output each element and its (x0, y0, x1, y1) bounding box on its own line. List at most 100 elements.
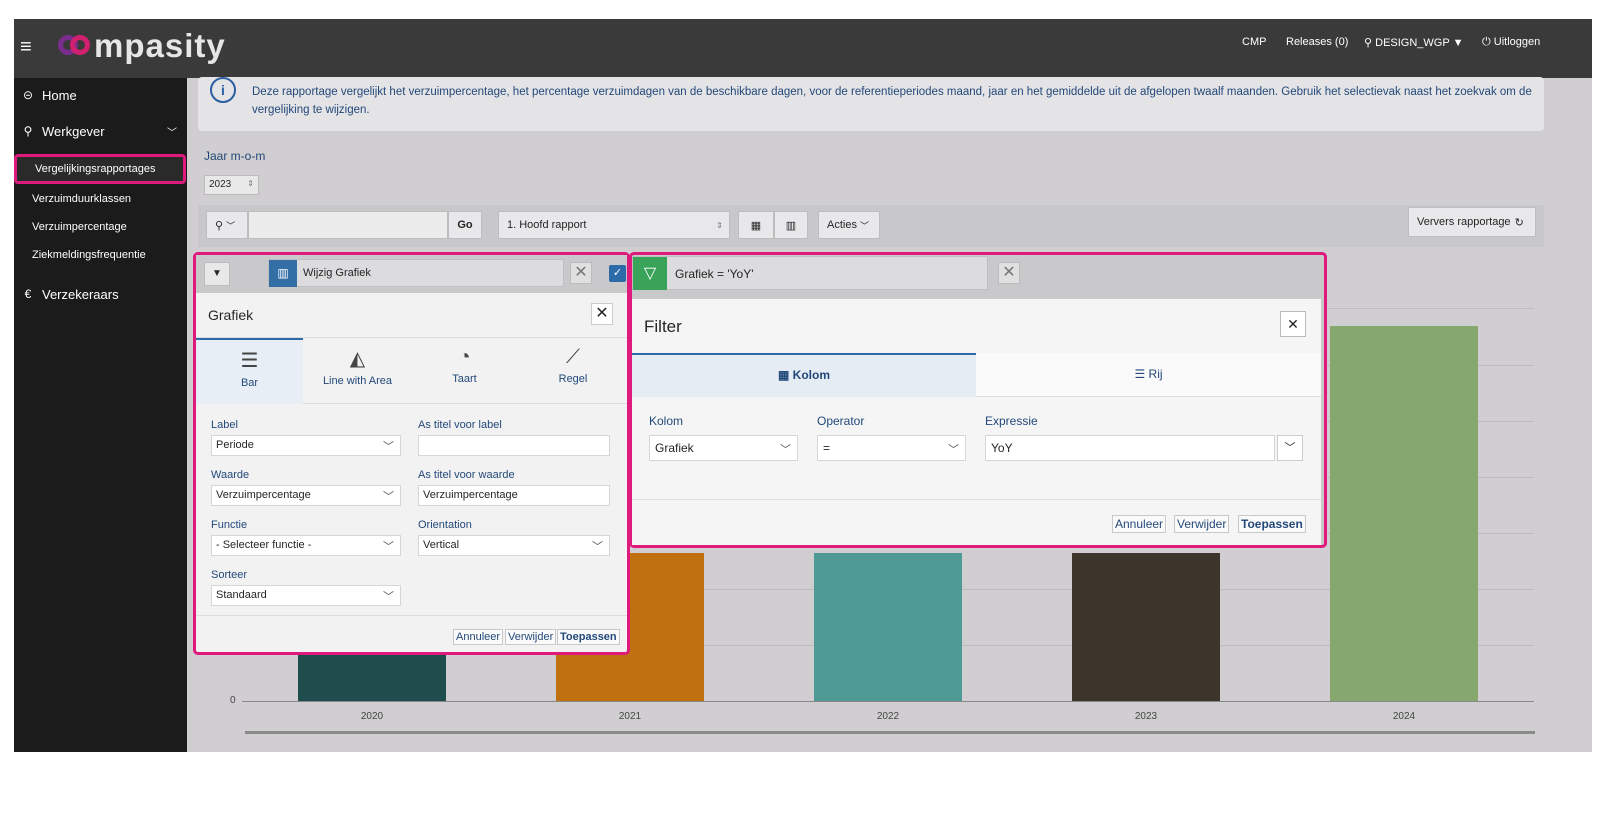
nav-releases[interactable]: Releases (0) (1286, 36, 1348, 48)
remove-filter-icon[interactable]: ✕ (998, 262, 1020, 284)
table-icon: ▦ (750, 219, 762, 232)
chevron-down-icon: ﹀ (383, 541, 394, 553)
delete-button[interactable]: Verwijder (505, 629, 557, 645)
chart-chip[interactable]: ▥ Wijzig Grafiek (268, 259, 564, 287)
checkbox-checked-icon[interactable]: ✓ (609, 265, 626, 282)
expression-dropdown-chevron-icon[interactable]: ﹀ (1277, 435, 1303, 461)
bar-chart-icon: ▥ (269, 260, 297, 287)
axis-value-input[interactable]: Verzuimpercentage (418, 485, 610, 506)
sidebar-item-werkgever[interactable]: ⚲ Werkgever ﹀ (14, 114, 187, 148)
filter-chip[interactable]: ▽ Grafiek = 'YoY' (632, 256, 988, 290)
divider (632, 499, 1321, 500)
apply-button[interactable]: Toepassen (557, 629, 620, 645)
x-tick-label: 2022 (876, 711, 900, 722)
filter-delete-button[interactable]: Verwijder (1174, 515, 1230, 533)
info-text: Deze rapportage vergelijkt het verzuimpe… (252, 86, 1532, 116)
column-select[interactable]: Grafiek ﹀ (649, 435, 798, 461)
sort-field-label: Sorteer (211, 569, 248, 581)
tab-rij[interactable]: ☰ Rij (976, 353, 1321, 397)
nav-user[interactable]: ⚲ DESIGN_WGP ▼ (1364, 36, 1463, 49)
axis-label-field-label: As titel voor label (418, 419, 502, 431)
chart-scrollbar[interactable] (245, 731, 1535, 734)
chart-settings-header: ▼ ▥ Wijzig Grafiek ✕ ✓ (196, 255, 627, 293)
filter-apply-button[interactable]: Toepassen (1238, 515, 1306, 533)
label-field-label: Label (211, 419, 238, 431)
logo-mark-icon (58, 32, 92, 60)
expression-input[interactable]: YoY (985, 435, 1275, 461)
filter-dialog: Filter ✕ ▦ Kolom ☰ Rij Kolom Grafiek ﹀ Op… (632, 299, 1321, 545)
value-field-label: Waarde (211, 469, 250, 481)
sort-select[interactable]: Standaard ﹀ (211, 585, 401, 606)
year-label: Jaar m-o-m (204, 149, 266, 163)
chevron-down-icon: ﹀ (383, 441, 394, 453)
rows-icon: ☰ (1134, 367, 1146, 381)
caret-down-icon: ▼ (1452, 37, 1464, 49)
chart-settings-panel: ▼ ▥ Wijzig Grafiek ✕ ✓ Grafiek ✕ ☰ Bar ◭… (193, 252, 630, 655)
filter-dialog-title: Filter (644, 317, 682, 336)
function-select[interactable]: - Selecteer functie - ﹀ (211, 535, 401, 556)
remove-chip-icon[interactable]: ✕ (570, 262, 592, 284)
axis-label-input[interactable] (418, 435, 610, 456)
label-select[interactable]: Periode ﹀ (211, 435, 401, 456)
search-icon: ⚲ (215, 219, 224, 232)
sidebar-item-home[interactable]: ⊝ Home (14, 78, 187, 112)
close-icon[interactable]: ✕ (1280, 311, 1306, 337)
sidebar-item-verzuimduurklassen[interactable]: Verzuimduurklassen (14, 185, 187, 213)
user-icon: ⚲ (23, 124, 33, 138)
chart-type-tabs: ☰ Bar ◭ Line with Area ◔ Taart ⟋ Regel (196, 338, 627, 404)
year-select[interactable]: 2023 ⇕ (204, 175, 259, 195)
chevron-down-icon: ﹀ (592, 541, 603, 553)
report-select[interactable]: 1. Hoofd rapport ⇕ (498, 211, 730, 239)
orientation-select[interactable]: Vertical ﹀ (418, 535, 610, 556)
tab-kolom[interactable]: ▦ Kolom (632, 353, 976, 397)
hamburger-menu-icon[interactable]: ≡ (20, 36, 32, 59)
chart-dialog-titlebar: Grafiek ✕ (196, 293, 627, 338)
nav-logout[interactable]: ⏻ Uitloggen (1482, 36, 1540, 49)
report-toolbar: ⚲ ﹀ Go 1. Hoofd rapport ⇕ ▦ ▥ Acties ﹀ V… (198, 205, 1544, 247)
sidebar: ⊝ Home ⚲ Werkgever ﹀ Vergelijkingsrappor… (14, 78, 187, 752)
actions-menu[interactable]: Acties ﹀ (818, 211, 880, 239)
compasity-logo[interactable]: mpasity (58, 24, 226, 68)
go-button[interactable]: Go (448, 211, 482, 239)
sidebar-item-verzuimpercentage[interactable]: Verzuimpercentage (14, 213, 187, 241)
search-column-button[interactable]: ⚲ ﹀ (206, 211, 248, 239)
tab-line-with-area[interactable]: ◭ Line with Area (304, 338, 411, 404)
logo-text: mpasity (94, 27, 226, 64)
nav-cmp[interactable]: CMP (1242, 36, 1266, 48)
info-banner: i Deze rapportage vergelijkt het verzuim… (198, 77, 1544, 131)
tab-bar[interactable]: ☰ Bar (196, 338, 303, 404)
sidebar-item-ziekmeldingsfrequentie[interactable]: Ziekmeldingsfrequentie (14, 241, 187, 269)
sidebar-item-vergelijkingsrapportages[interactable]: Vergelijkingsrapportages (14, 154, 186, 184)
chart-bar-2023 (1072, 553, 1220, 701)
filter-cancel-button[interactable]: Annuleer (1112, 515, 1167, 533)
chevron-down-icon: ﹀ (226, 220, 236, 231)
refresh-report-button[interactable]: Ververs rapportage ↻ (1408, 207, 1536, 237)
search-input[interactable] (248, 211, 448, 239)
refresh-icon: ↻ (1514, 216, 1524, 229)
x-tick-label: 2020 (360, 711, 384, 722)
area-chart-icon: ◭ (349, 348, 366, 370)
view-chart-button[interactable]: ▥ (774, 211, 808, 239)
pie-chart-icon: ◔ (458, 346, 471, 368)
tab-regel[interactable]: ⟋ Regel (519, 338, 627, 404)
chevron-down-icon: ﹀ (167, 127, 177, 139)
close-icon[interactable]: ✕ (591, 303, 613, 325)
power-icon: ⏻ (1482, 36, 1491, 48)
arrow-circle-icon: ⊝ (22, 88, 34, 102)
sidebar-item-verzekeraars[interactable]: € Verzekeraars (14, 277, 187, 311)
cancel-button[interactable]: Annuleer (453, 629, 504, 645)
x-tick-label: 2021 (618, 711, 642, 722)
spinner-icon: ⇕ (247, 179, 254, 188)
operator-select[interactable]: = ﹀ (817, 435, 966, 461)
expression-field-label: Expressie (985, 414, 1038, 428)
caret-down-icon[interactable]: ▼ (204, 262, 230, 286)
app-frame: ≡ mpasity CMP Releases (0) ⚲ DESIGN_WGP … (14, 19, 1592, 752)
filter-panel: ▽ Grafiek = 'YoY' ✕ Filter ✕ ▦ Kolom ☰ R… (629, 252, 1327, 548)
chart-bar-2022 (814, 553, 962, 701)
value-select[interactable]: Verzuimpercentage ﹀ (211, 485, 401, 506)
x-axis (242, 701, 1534, 702)
chart-dialog-title: Grafiek (208, 307, 254, 323)
tab-taart[interactable]: ◔ Taart (411, 338, 518, 404)
line-chart-icon: ⟋ (566, 346, 580, 368)
view-table-button[interactable]: ▦ (738, 211, 774, 239)
